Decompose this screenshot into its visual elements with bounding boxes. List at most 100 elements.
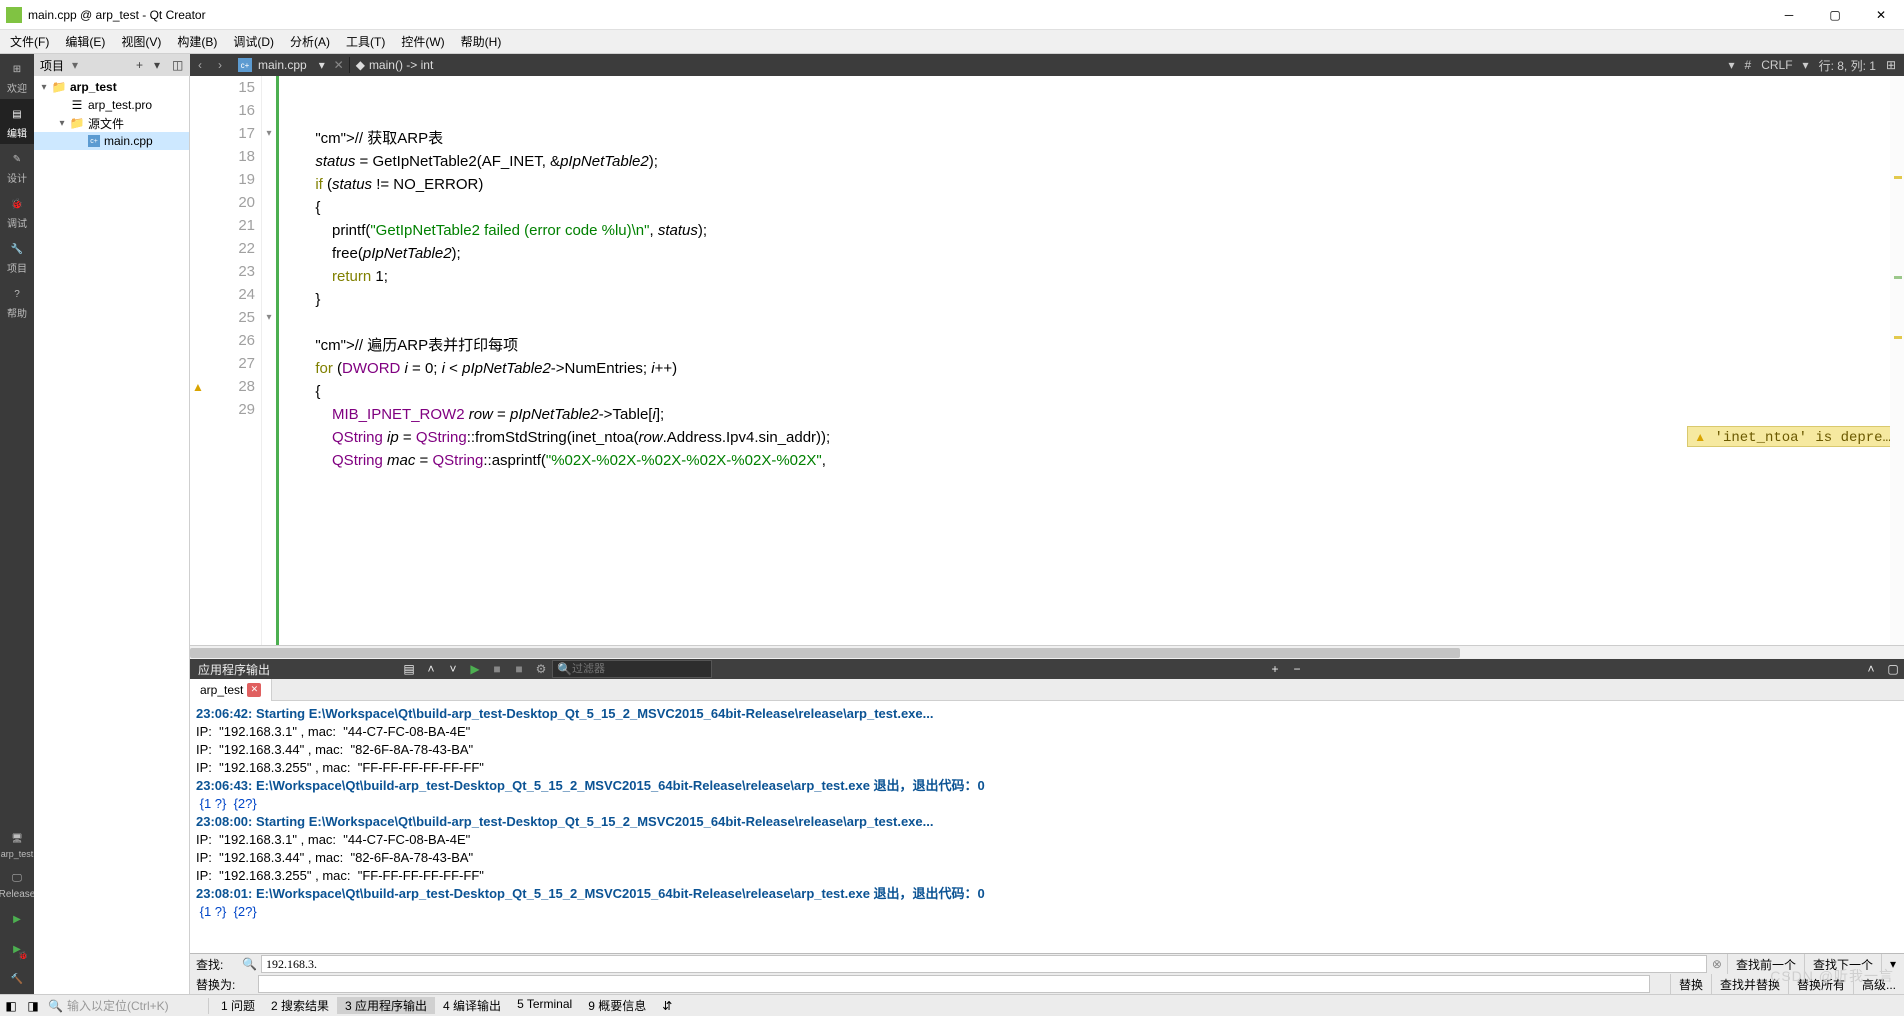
kit-selector[interactable]: 🖥arp_test	[0, 823, 34, 863]
minimize-button[interactable]: ─	[1766, 0, 1812, 30]
statusbar-tab[interactable]: 9 概要信息	[580, 997, 654, 1014]
output-text[interactable]: 23:06:42: Starting E:\Workspace\Qt\build…	[190, 701, 1904, 953]
menu-item[interactable]: 构建(B)	[169, 30, 225, 53]
menu-item[interactable]: 文件(F)	[2, 30, 57, 53]
mode-projects[interactable]: 🔧项目	[0, 234, 34, 279]
find-prev-button[interactable]: 查找前一个	[1727, 954, 1804, 974]
close-tab-icon[interactable]: ✕	[247, 683, 261, 697]
mode-sidebar: ⊞欢迎 ▤编辑 ✎设计 🐞调试 🔧项目 ?帮助 🖥arp_test 🖵Relea…	[0, 54, 34, 994]
horizontal-scrollbar[interactable]	[190, 645, 1904, 659]
search-icon: 🔍	[557, 662, 572, 676]
replace-all-button[interactable]: 替换所有	[1788, 974, 1853, 994]
find-next-button[interactable]: 查找下一个	[1804, 954, 1881, 974]
tree-pro-file[interactable]: ☰ arp_test.pro	[34, 96, 189, 114]
inline-warning[interactable]: ▲ 'inet_ntoa' is depre…	[1687, 426, 1898, 447]
advanced-button[interactable]: 高级...	[1853, 974, 1904, 994]
code-editor[interactable]: ▲ 151617181920212223242526272829 ▾▾ "cm"…	[190, 76, 1904, 645]
dropdown-icon[interactable]: ▾	[1728, 58, 1734, 72]
output-tab-arp-test[interactable]: arp_test ✕	[190, 679, 272, 701]
statusbar-more-icon[interactable]: ⇵	[654, 999, 680, 1013]
minimap-scrollbar[interactable]	[1890, 76, 1904, 645]
menu-item[interactable]: 分析(A)	[282, 30, 338, 53]
editor-status: ▾ # CRLF ▾ 行: 8, 列: 1 ⊞	[1720, 54, 1904, 76]
split-editor-icon[interactable]: ⊞	[1886, 58, 1896, 72]
add-icon[interactable]: +	[136, 58, 154, 72]
output-restart-icon[interactable]: ■	[508, 659, 530, 679]
run-button[interactable]: ▶	[0, 904, 34, 934]
nav-forward-icon[interactable]: ›	[210, 54, 230, 76]
cpp-file-icon: c+	[88, 135, 100, 147]
output-stop-icon[interactable]: ■	[486, 659, 508, 679]
tree-root[interactable]: ▾ 📁 arp_test	[34, 78, 189, 96]
mode-help[interactable]: ?帮助	[0, 279, 34, 324]
output-run-icon[interactable]: ▶	[464, 659, 486, 679]
output-up-icon[interactable]: ˄	[420, 659, 442, 679]
output-attach-icon[interactable]: ▤	[398, 659, 420, 679]
statusbar-tab[interactable]: 2 搜索结果	[263, 997, 337, 1014]
output-settings-icon[interactable]: ⚙	[530, 659, 552, 679]
close-button[interactable]: ✕	[1858, 0, 1904, 30]
replace-label: 替换为:	[190, 976, 238, 993]
cpp-file-icon: c+	[238, 58, 252, 72]
project-pane-label[interactable]: 项目	[34, 57, 70, 74]
dropdown-icon[interactable]: ▾	[72, 58, 78, 72]
search-icon: 🔍	[48, 999, 63, 1013]
find-input[interactable]	[261, 955, 1707, 973]
output-collapse-icon[interactable]: ˄	[1860, 659, 1882, 679]
find-dropdown-icon[interactable]: ▾	[1881, 954, 1904, 974]
statusbar-tab[interactable]: 5 Terminal	[509, 997, 580, 1014]
mode-welcome[interactable]: ⊞欢迎	[0, 54, 34, 99]
app-icon	[6, 7, 22, 23]
find-and-replace-button[interactable]: 查找并替换	[1711, 974, 1788, 994]
replace-button[interactable]: 替换	[1670, 974, 1711, 994]
find-replace-bar: 查找: 🔍 ⊗ 查找前一个 查找下一个 ▾ 替换为: 替换	[190, 953, 1904, 994]
mode-design[interactable]: ✎设计	[0, 144, 34, 189]
statusbar-tab[interactable]: 4 编译输出	[435, 997, 509, 1014]
sidebar-toggle-right-icon[interactable]: ◨	[22, 995, 44, 1017]
tree-folder-sources[interactable]: ▾ 📁 源文件	[34, 114, 189, 132]
tab-close-icon[interactable]: ✕	[329, 54, 349, 76]
menu-item[interactable]: 工具(T)	[338, 30, 393, 53]
filter-icon[interactable]: ▾	[154, 58, 172, 72]
menu-item[interactable]: 编辑(E)	[57, 30, 113, 53]
debug-run-button[interactable]: ▶🐞	[0, 934, 34, 964]
menu-item[interactable]: 控件(W)	[393, 30, 452, 53]
tab-main-cpp[interactable]: c+ main.cpp	[230, 54, 315, 76]
tree-file-main-cpp[interactable]: c+ main.cpp	[34, 132, 189, 150]
clear-icon[interactable]: ⊗	[1707, 957, 1727, 971]
replace-input[interactable]	[258, 975, 1650, 993]
dropdown-icon[interactable]: ▾	[1803, 58, 1809, 72]
output-tabs: arp_test ✕	[190, 679, 1904, 701]
window-titlebar: main.cpp @ arp_test - Qt Creator ─ ▢ ✕	[0, 0, 1904, 30]
output-down-icon[interactable]: ˅	[442, 659, 464, 679]
output-add-icon[interactable]: +	[1264, 659, 1286, 679]
mode-debug[interactable]: 🐞调试	[0, 189, 34, 234]
output-remove-icon[interactable]: −	[1286, 659, 1308, 679]
editor-tabbar: 项目 ▾ + ▾ ◫ ‹ › c+ main.cpp ▾ ✕ ◆ main() …	[34, 54, 1904, 76]
nav-back-icon[interactable]: ‹	[190, 54, 210, 76]
mode-edit[interactable]: ▤编辑	[0, 99, 34, 144]
output-title: 应用程序输出	[190, 661, 278, 678]
output-close-icon[interactable]: ▢	[1882, 659, 1904, 679]
statusbar-tab[interactable]: 3 应用程序输出	[337, 997, 435, 1014]
locator-input[interactable]: 🔍 输入以定位(Ctrl+K)	[44, 997, 204, 1014]
symbol-breadcrumb[interactable]: ◆ main() -> int	[350, 58, 440, 72]
tab-dropdown-icon[interactable]: ▾	[315, 58, 329, 72]
lineending-selector[interactable]: CRLF	[1761, 58, 1792, 72]
output-filter-input[interactable]: 🔍	[552, 660, 712, 678]
split-icon[interactable]: ◫	[172, 58, 190, 72]
find-label: 查找:	[190, 956, 238, 973]
menu-item[interactable]: 帮助(H)	[453, 30, 510, 53]
build-config[interactable]: 🖵Release	[0, 863, 34, 904]
statusbar-tab[interactable]: 1 问题	[213, 997, 263, 1014]
cursor-position[interactable]: 行: 8, 列: 1	[1819, 57, 1876, 74]
build-button[interactable]: 🔨	[0, 964, 34, 994]
maximize-button[interactable]: ▢	[1812, 0, 1858, 30]
output-pane-header: 应用程序输出 ▤ ˄ ˅ ▶ ■ ■ ⚙ 🔍 + −	[190, 659, 1904, 679]
sidebar-toggle-icon[interactable]: ◧	[0, 995, 22, 1017]
menu-item[interactable]: 视图(V)	[113, 30, 169, 53]
folder-icon: 📁	[52, 80, 66, 94]
menu-item[interactable]: 调试(D)	[225, 30, 282, 53]
menubar: 文件(F)编辑(E)视图(V)构建(B)调试(D)分析(A)工具(T)控件(W)…	[0, 30, 1904, 54]
tab-filename: main.cpp	[258, 58, 307, 72]
